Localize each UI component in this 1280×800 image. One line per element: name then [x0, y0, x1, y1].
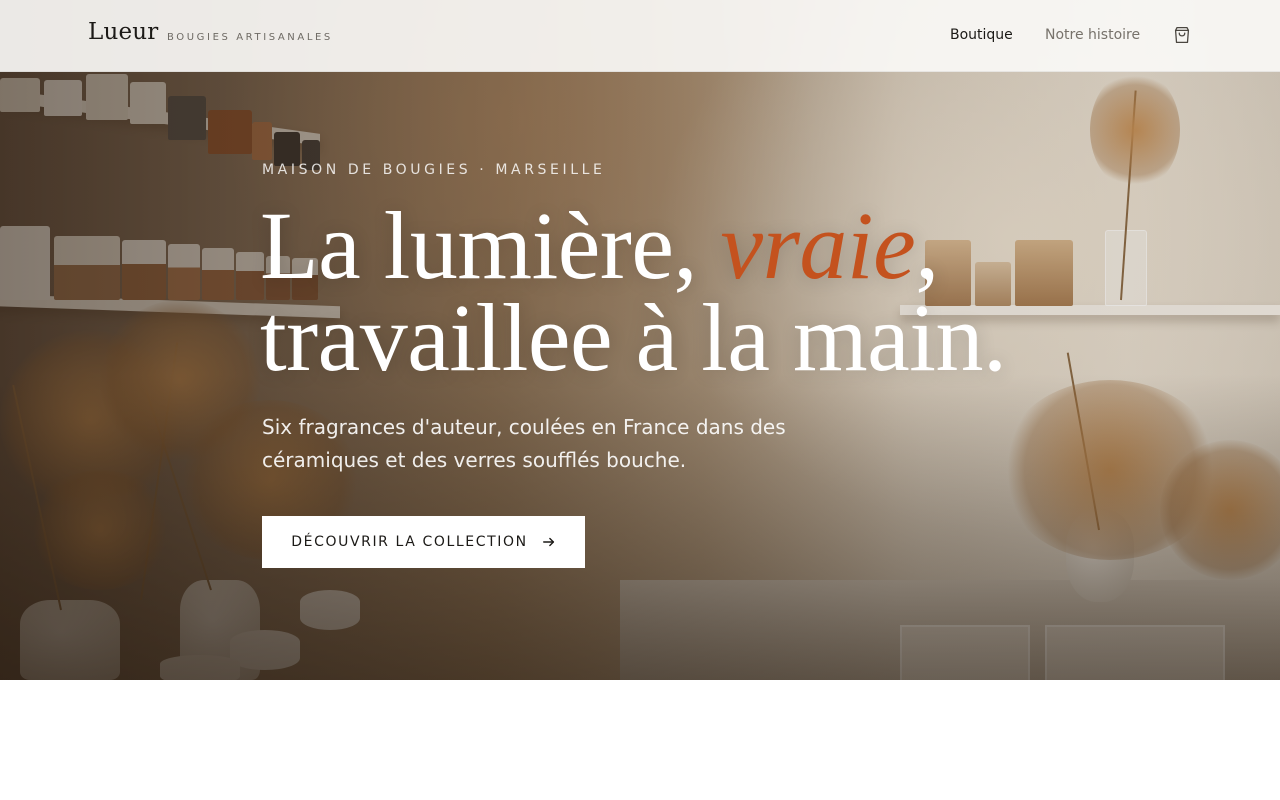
- brand-tagline: BOUGIES ARTISANALES: [167, 32, 333, 43]
- brand-logo[interactable]: Lueur: [88, 19, 159, 45]
- discover-collection-button[interactable]: DÉCOUVRIR LA COLLECTION: [262, 516, 585, 568]
- cta-label: DÉCOUVRIR LA COLLECTION: [291, 534, 528, 550]
- nav-link-notre-histoire[interactable]: Notre histoire: [1045, 27, 1140, 43]
- headline-line-2: travaillee à la main.: [260, 284, 1007, 391]
- shopping-bag-icon[interactable]: [1171, 24, 1193, 46]
- headline-accent-word: vraie: [720, 192, 916, 299]
- hero-eyebrow: MAISON DE BOUGIES · MARSEILLE: [262, 162, 606, 178]
- arrow-right-icon: [542, 537, 554, 547]
- hero-headline: La lumière, vraie, travaillee à la main.: [260, 198, 1160, 386]
- nav-link-boutique[interactable]: Boutique: [950, 27, 1013, 43]
- site-header: Lueur BOUGIES ARTISANALES Boutique Notre…: [0, 0, 1280, 72]
- headline-part-2: ,: [915, 192, 939, 299]
- hero-subtitle: Six fragrances d'auteur, coulées en Fran…: [262, 415, 786, 472]
- headline-part-1: La lumière,: [260, 192, 721, 299]
